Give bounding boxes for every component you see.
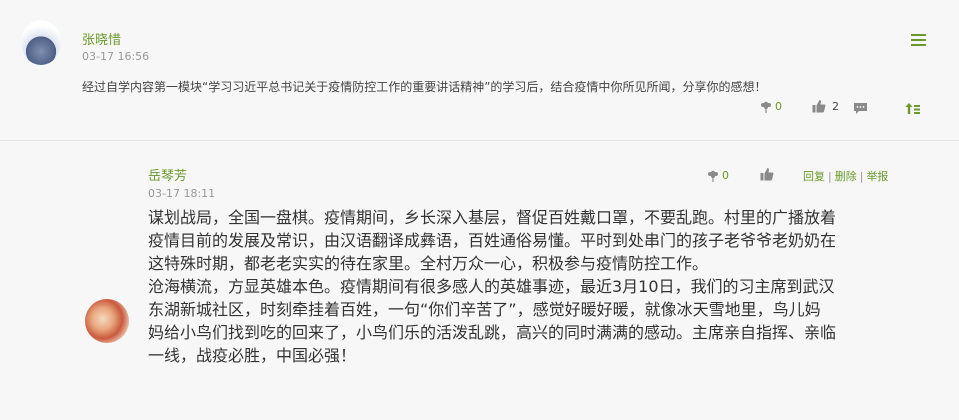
separator: |: [859, 170, 864, 183]
separator: |: [828, 170, 832, 183]
avatar[interactable]: [85, 299, 129, 343]
like-count: 2: [832, 99, 839, 113]
report-link[interactable]: 举报: [866, 170, 888, 183]
like-button[interactable]: 2: [812, 99, 839, 113]
reply-line: 这特殊时期，都老老实实的待在家里。全村万众一心，积极参与疫情防控工作。: [148, 254, 709, 273]
flower-icon: [760, 100, 772, 113]
avatar[interactable]: [21, 20, 61, 65]
reply-item: 岳琴芳 03-17 18:11 0 回复 | 删除 | 举报 谋划战局，全国一盘棋。疫情…: [0, 141, 959, 420]
reply-line: 谋划战局，全国一盘棋。疫情期间，乡长深入基层，督促百姓戴口罩，不要乱跑。村里的广…: [148, 208, 837, 227]
sort-up-icon: [905, 102, 921, 115]
reply-line: 疫情目前的发展及常识，由汉语翻译成彝语，百姓通俗易懂。平时到处串门的孩子老爷爷老…: [148, 231, 837, 250]
reply-author-name[interactable]: 岳琴芳: [148, 165, 187, 184]
thumbs-up-icon: [812, 99, 826, 113]
delete-link[interactable]: 删除: [835, 170, 857, 183]
reply-flower-button[interactable]: 0: [707, 169, 729, 182]
comment-icon: [853, 102, 868, 115]
reply-line: 妈给小鸟们找到吃的回来了，小鸟们乐的活泼乱跳，高兴的同时满满的感动。主席亲自指挥…: [148, 323, 837, 342]
flower-icon: [707, 169, 719, 182]
comment-button[interactable]: [853, 102, 868, 115]
topic-post: 张晓惜 03-17 16:56 经过自学内容第一模块“学习习近平总书记关于疫情防…: [0, 0, 959, 141]
menu-icon[interactable]: [911, 34, 927, 48]
reply-line: 东湖新城社区，时刻牵挂着百姓，一句“你们辛苦了”，感觉好暖好暖，就像冰天雪地里，…: [148, 300, 821, 319]
post-content: 经过自学内容第一模块“学习习近平总书记关于疫情防控工作的重要讲话精神”的学习后，…: [82, 80, 767, 94]
reply-link[interactable]: 回复: [803, 170, 825, 183]
reply-line: 沧海横流，方显英雄本色。疫情期间有很多感人的英雄事迹，最近3月10日，我们的习主…: [148, 277, 835, 296]
thumbs-up-icon: [760, 167, 774, 181]
reply-flower-count: 0: [722, 169, 729, 182]
reply-like-button[interactable]: [760, 167, 774, 181]
reply-content: 谋划战局，全国一盘棋。疫情期间，乡长深入基层，督促百姓戴口罩，不要乱跑。村里的广…: [148, 206, 938, 367]
flower-count: 0: [775, 100, 782, 113]
post-author-name[interactable]: 张晓惜: [82, 29, 121, 48]
reply-line: 一线，战疫必胜，中国必强！: [148, 346, 357, 365]
sort-button[interactable]: [905, 102, 921, 115]
post-timestamp: 03-17 16:56: [82, 50, 150, 63]
reply-timestamp: 03-17 18:11: [148, 187, 216, 200]
flower-button[interactable]: 0: [760, 100, 782, 113]
reply-actions: 回复 | 删除 | 举报: [803, 168, 888, 184]
